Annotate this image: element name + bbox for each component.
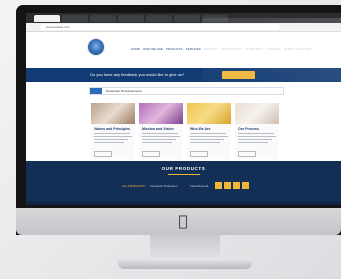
url-input[interactable]: www.website.com [40,24,280,30]
monitor-screen: www.website.com HOME WHO WE ARE PRODUCTS… [26,13,341,205]
product-tile[interactable] [242,182,249,189]
product-tile[interactable] [233,182,240,189]
card-values[interactable]: Values and Principles [91,103,135,159]
card-image [187,103,231,124]
feedback-banner: Do you have any feedback you would like … [26,68,341,82]
nav-item-history[interactable]: OUR HISTORY [221,45,242,53]
card-who-we-are[interactable]: Who We Are [187,103,231,159]
card-title: Who We Are [190,127,211,131]
card-text-line [190,136,228,138]
main-nav: HOME WHO WE ARE PRODUCTS SERVICES CONTAC… [131,45,311,53]
newsletter-bar: Newsletter Download Here [89,87,284,95]
feedback-button[interactable] [222,71,255,79]
nav-item-home[interactable]: HOME [131,45,140,53]
card-process[interactable]: Our Process [235,103,279,159]
title-underline [168,174,200,175]
card-image [139,103,183,124]
card-text-line [142,142,172,144]
card-text-line [94,139,128,141]
product-tile[interactable] [215,182,222,189]
card-mission[interactable]: Mission and Vision [139,103,183,159]
browser-tab[interactable] [202,15,228,22]
footer-strip [26,201,341,205]
card-text-line [238,136,276,138]
card-read-more-button[interactable] [142,151,160,157]
card-title: Our Process [238,127,259,131]
browser-tab[interactable] [174,15,200,22]
newsletter-button[interactable] [90,88,102,94]
card-title: Values and Principles [94,127,130,131]
products-link-insurance[interactable]: Insurance Protection [150,183,178,189]
card-text-line [238,133,274,135]
products-link-deposit[interactable]: Fixed Deposit [190,183,208,189]
card-text-line [142,133,178,135]
card-text-line [142,139,176,141]
card-text-line [142,136,180,138]
card-title: Mission and Vision [142,127,174,131]
nav-item-contact[interactable]: CONTACT [204,45,218,53]
site-header: HOME WHO WE ARE PRODUCTS SERVICES CONTAC… [26,32,341,68]
card-read-more-button[interactable] [190,151,208,157]
browser-tab[interactable] [146,15,172,22]
nav-item-products[interactable]: PRODUCTS [166,45,183,53]
products-section: OUR PRODUCTS ALL PRODUCTS Insurance Prot… [26,161,341,205]
product-tile[interactable] [224,182,231,189]
card-text-line [238,142,268,144]
card-image [235,103,279,124]
card-text-line [190,139,224,141]
card-text-line [94,142,124,144]
nav-item-login[interactable]: LOGIN / REGISTER [284,45,311,53]
card-read-more-button[interactable] [94,151,112,157]
card-text-line [190,142,220,144]
browser-tab[interactable] [118,15,144,22]
card-text-line [238,139,272,141]
nav-item-who-we-are[interactable]: WHO WE ARE [143,45,163,53]
monitor-stand-base [118,258,252,269]
card-read-more-button[interactable] [238,151,256,157]
products-title: OUR PRODUCTS [161,166,206,171]
browser-tab[interactable] [34,15,60,22]
newsletter-text: Newsletter Download Here [106,89,142,93]
nav-item-careers[interactable]: CAREERS [266,45,281,53]
card-text-line [94,136,132,138]
nav-item-services[interactable]: SERVICES [186,45,201,53]
nav-item-community[interactable]: COMMUNITY [245,45,264,53]
browser-tab-bar [26,13,341,23]
apple-logo-icon:  [176,213,190,229]
products-link-all[interactable]: ALL PRODUCTS [122,183,145,189]
url-text: www.website.com [46,25,70,29]
browser-address-bar: www.website.com [26,23,341,32]
browser-tab[interactable] [90,15,116,22]
card-text-line [190,133,226,135]
card-image [91,103,135,124]
company-logo-icon[interactable] [88,39,104,55]
banner-text: Do you have any feedback you would like … [90,72,185,77]
card-text-line [94,133,130,135]
browser-tab[interactable] [62,15,88,22]
